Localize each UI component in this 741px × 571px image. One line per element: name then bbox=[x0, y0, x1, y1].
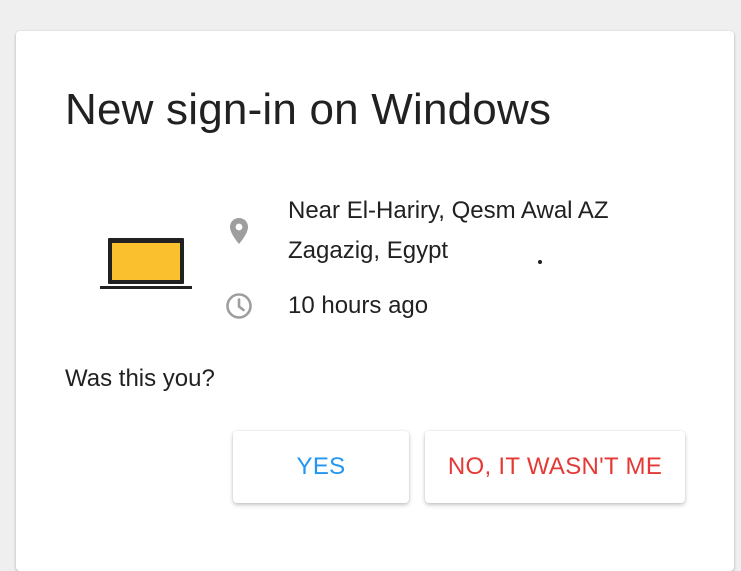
laptop-icon bbox=[100, 238, 192, 289]
was-this-you-question: Was this you? bbox=[65, 365, 215, 392]
not-me-button[interactable]: NO, IT WASN'T ME bbox=[425, 431, 685, 503]
sign-in-time: 10 hours ago bbox=[288, 292, 429, 319]
sign-in-alert-card: New sign-in on Windows Near El-Hariry, Q… bbox=[16, 31, 734, 571]
location-pin-icon bbox=[230, 218, 248, 244]
dot-mark bbox=[538, 260, 542, 264]
dialog-title: New sign-in on Windows bbox=[65, 85, 552, 134]
location-line-1: Near El-Hariry, Qesm Awal AZ bbox=[288, 197, 609, 224]
yes-button[interactable]: YES bbox=[233, 431, 409, 503]
location-line-2: Zagazig, Egypt bbox=[288, 237, 449, 264]
clock-icon bbox=[226, 293, 252, 319]
